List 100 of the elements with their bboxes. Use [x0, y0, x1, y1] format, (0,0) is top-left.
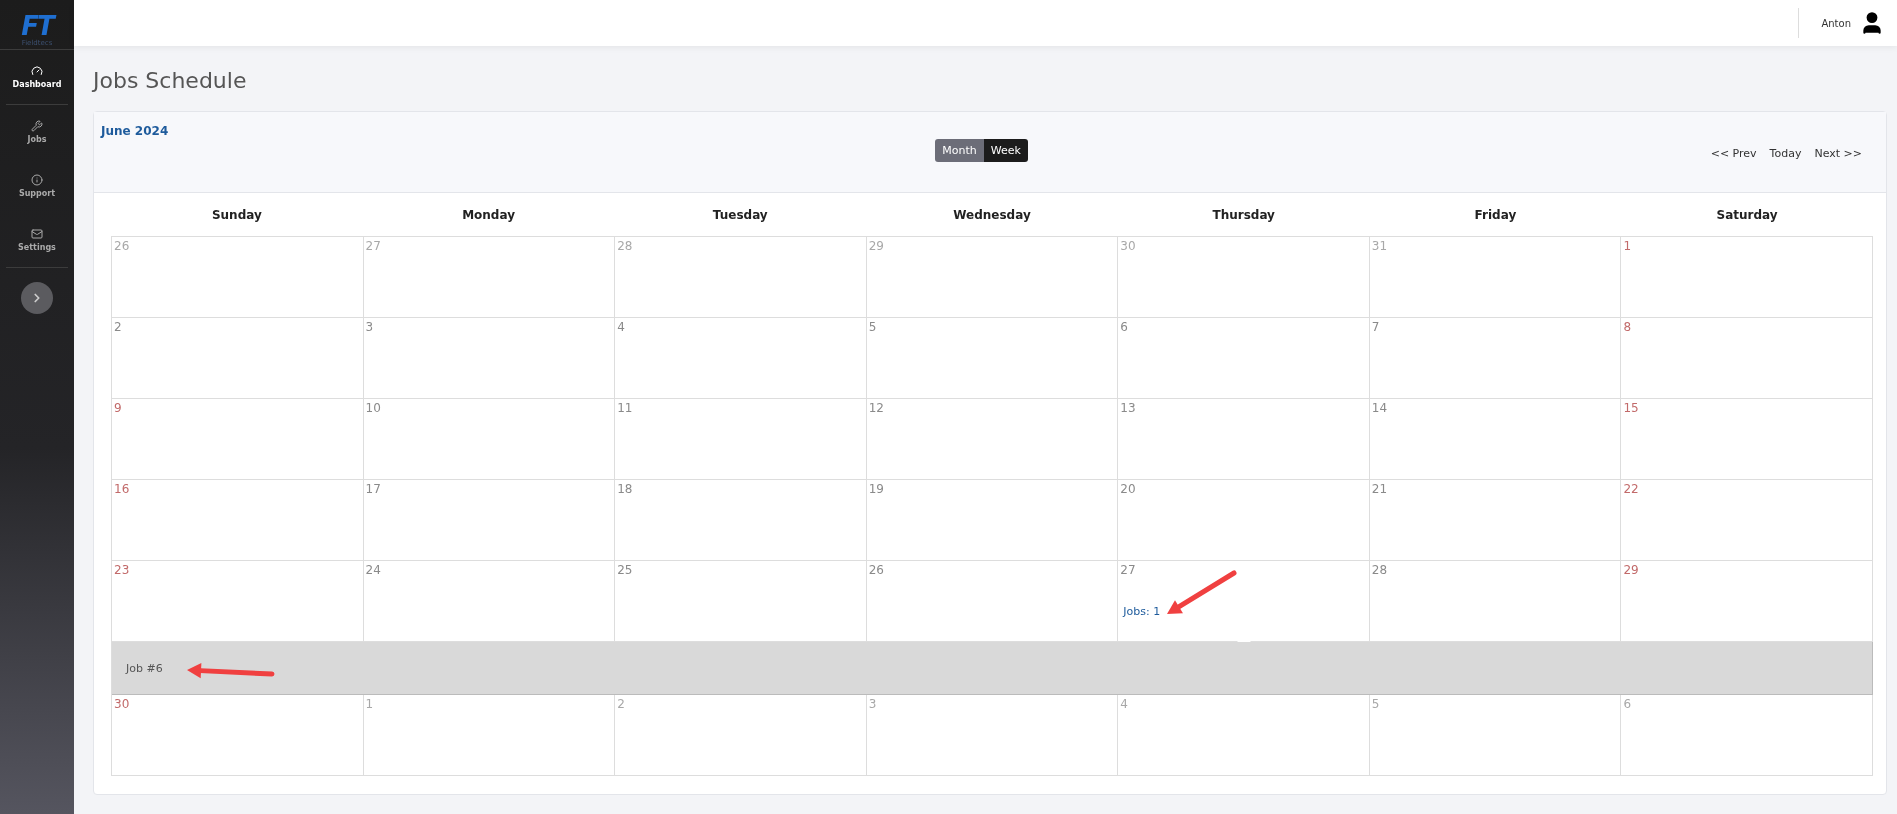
day-number: 4 — [617, 320, 626, 334]
day-number: 6 — [1120, 320, 1129, 334]
weekday-heading: Saturday — [1715, 207, 1779, 222]
day-cell[interactable]: 2 — [615, 695, 867, 776]
day-cell[interactable]: 20 — [1118, 480, 1370, 561]
day-number: 14 — [1371, 401, 1389, 415]
day-number: 28 — [617, 239, 634, 253]
day-cell[interactable]: 14 — [1369, 399, 1622, 480]
day-cell[interactable]: 3 — [866, 695, 1119, 776]
day-cell[interactable]: 6 — [1118, 318, 1370, 399]
day-number: 31 — [1371, 239, 1389, 253]
day-cell[interactable]: 22 — [1621, 480, 1873, 561]
day-cell[interactable]: 9 — [112, 399, 364, 480]
weekday-heading: Wednesday — [952, 207, 1032, 222]
day-number: 6 — [1623, 697, 1633, 711]
day-number: 27 — [1120, 563, 1137, 577]
day-number: 26 — [114, 239, 131, 253]
weekday-heading: Friday — [1473, 207, 1518, 222]
day-cell[interactable]: 3 — [363, 318, 616, 399]
day-cell[interactable]: 13 — [1118, 399, 1370, 480]
day-number: 13 — [1120, 401, 1137, 415]
mail-icon — [31, 228, 43, 240]
day-number: 27 — [365, 239, 382, 253]
day-number: 25 — [617, 563, 634, 577]
weekday-heading: Tuesday — [711, 207, 769, 222]
day-number: 30 — [1120, 239, 1137, 253]
sidebar-item[interactable]: Jobs — [0, 105, 74, 159]
day-number: 2 — [617, 697, 626, 711]
day-number: 16 — [114, 482, 131, 496]
day-number: 5 — [1371, 697, 1381, 711]
day-cell[interactable]: 30 — [112, 695, 364, 776]
day-number: 3 — [365, 320, 375, 334]
day-number: 8 — [1623, 320, 1633, 334]
day-number: 30 — [114, 697, 131, 711]
day-cell[interactable]: 26 — [112, 237, 364, 318]
day-cell[interactable]: 17 — [363, 480, 616, 561]
user-name: Anton — [1821, 17, 1851, 29]
day-cell[interactable]: 1 — [363, 695, 616, 776]
weekday-heading: Monday — [461, 207, 516, 222]
day-number: 3 — [868, 697, 878, 711]
day-number: 11 — [617, 401, 634, 415]
day-number: 1 — [1623, 239, 1633, 253]
day-number: 15 — [1623, 401, 1640, 415]
sidebar-item[interactable]: Support — [0, 159, 74, 213]
day-number: 10 — [365, 401, 382, 415]
weekday-heading: Thursday — [1211, 207, 1276, 222]
day-cell[interactable]: 2 — [112, 318, 364, 399]
day-number: 28 — [1371, 563, 1389, 577]
day-number: 20 — [1120, 482, 1137, 496]
day-cell[interactable]: 21 — [1369, 480, 1622, 561]
day-cell[interactable]: 5 — [1369, 695, 1622, 776]
page-title: Jobs Schedule — [93, 68, 248, 93]
nav-link[interactable]: Today — [1769, 146, 1802, 160]
day-number: 24 — [365, 563, 382, 577]
day-number: 19 — [868, 482, 885, 496]
expand-button[interactable] — [21, 282, 53, 314]
day-number: 2 — [114, 320, 123, 334]
day-cell[interactable]: 19 — [866, 480, 1119, 561]
day-cell[interactable]: 8 — [1621, 318, 1873, 399]
day-number: 23 — [114, 563, 131, 577]
day-cell[interactable]: 18 — [615, 480, 867, 561]
day-cell[interactable]: 12 — [866, 399, 1119, 480]
day-cell[interactable]: 4 — [615, 318, 867, 399]
sidebar-item[interactable]: Dashboard — [0, 50, 74, 104]
day-cell[interactable]: 4 — [1118, 695, 1370, 776]
sidebar-item[interactable]: Settings — [0, 213, 74, 267]
day-number: 29 — [868, 239, 885, 253]
day-cell[interactable]: 30 — [1118, 237, 1370, 318]
annotation-arrow — [1167, 570, 1237, 614]
nav-link[interactable]: << Prev — [1710, 146, 1757, 160]
day-cell[interactable]: 5 — [866, 318, 1119, 399]
day-number: 9 — [114, 401, 123, 415]
day-cell[interactable]: 29 — [866, 237, 1119, 318]
day-cell[interactable]: 31 — [1369, 237, 1622, 318]
month-title: June 2024 — [101, 124, 169, 138]
day-number: 5 — [868, 320, 878, 334]
view-toggle-button[interactable]: Week — [983, 139, 1028, 162]
job-link[interactable]: Job #6 — [126, 661, 163, 675]
day-cell[interactable]: 11 — [615, 399, 867, 480]
day-number: 4 — [1120, 697, 1129, 711]
day-cell[interactable]: 27 — [363, 237, 616, 318]
day-cell[interactable]: 6 — [1621, 695, 1873, 776]
info-icon — [31, 174, 43, 186]
day-cell[interactable]: 7 — [1369, 318, 1622, 399]
day-cell[interactable]: 10 — [363, 399, 616, 480]
view-toggle-button[interactable]: Month — [935, 139, 984, 162]
day-cell[interactable]: 16 — [112, 480, 364, 561]
day-number: 22 — [1623, 482, 1640, 496]
day-number: 17 — [365, 482, 382, 496]
day-number: 1 — [365, 697, 375, 711]
jobs-count-link[interactable]: Jobs: 1 — [1123, 605, 1161, 618]
day-cell[interactable]: 28 — [615, 237, 867, 318]
gauge-icon — [31, 65, 43, 77]
day-number: 18 — [617, 482, 634, 496]
nav-link[interactable]: Next >> — [1814, 146, 1862, 160]
day-cell[interactable]: 15 — [1621, 399, 1873, 480]
day-number: 29 — [1623, 563, 1640, 577]
wrench-icon — [31, 120, 43, 132]
day-number: 26 — [868, 563, 885, 577]
day-cell[interactable]: 1 — [1621, 237, 1873, 318]
